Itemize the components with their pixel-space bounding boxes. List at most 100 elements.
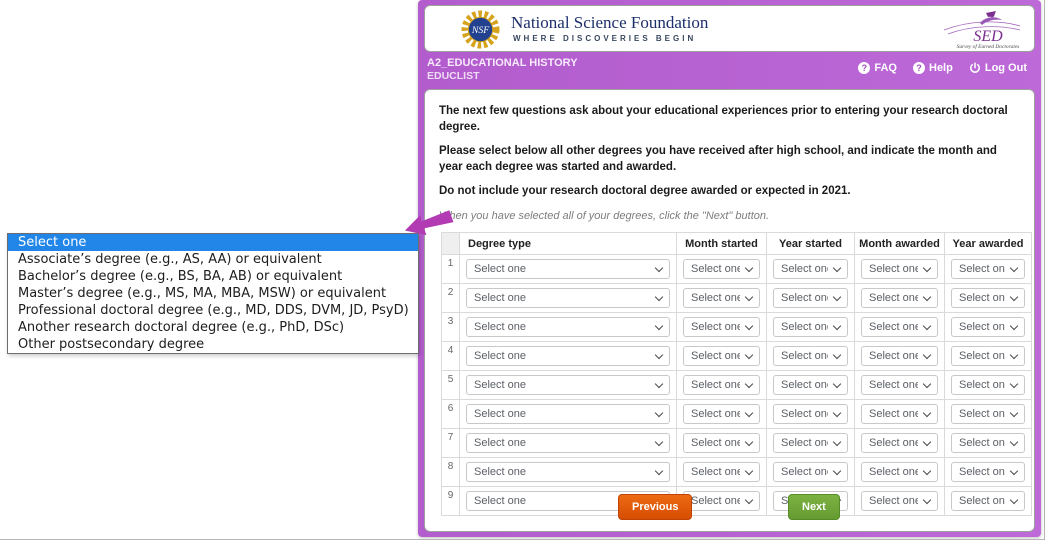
year-awarded-select[interactable]: Select one (951, 346, 1025, 366)
chevron-down-icon (745, 380, 753, 388)
month-started-select[interactable]: Select one (683, 404, 760, 424)
next-button[interactable]: Next (788, 494, 840, 520)
table-row: 3Select oneSelect oneSelect oneSelect on… (442, 313, 1032, 342)
chevron-down-icon (655, 293, 663, 301)
select-value: Select one (959, 408, 1005, 420)
cell-degree-type: Select one (460, 255, 677, 284)
degree-type-select[interactable]: Select one (466, 288, 670, 308)
month-awarded-select[interactable]: Select one (861, 404, 938, 424)
year-started-select[interactable]: Select one (773, 317, 848, 337)
select-value: Select one (869, 292, 918, 304)
month-started-select[interactable]: Select one (683, 433, 760, 453)
month-awarded-select[interactable]: Select one (861, 375, 938, 395)
select-value: Select one (869, 321, 918, 333)
month-awarded-select[interactable]: Select one (861, 346, 938, 366)
nav-link-label: FAQ (874, 62, 897, 74)
month-awarded-select[interactable]: Select one (861, 259, 938, 279)
dropdown-option[interactable]: Professional doctoral degree (e.g., MD, … (8, 302, 418, 319)
nav-link-logout[interactable]: Log Out (969, 62, 1027, 74)
month-awarded-select[interactable]: Select one (861, 288, 938, 308)
select-value: Select one (474, 408, 526, 420)
year-awarded-select[interactable]: Select one (951, 259, 1025, 279)
month-awarded-select[interactable]: Select one (861, 462, 938, 482)
cell-year-started: Select one (767, 371, 855, 400)
table-header-row: Degree typeMonth startedYear startedMont… (442, 233, 1032, 255)
table-row: 2Select oneSelect oneSelect oneSelect on… (442, 284, 1032, 313)
nav-link-label: Log Out (985, 62, 1027, 74)
chevron-down-icon (833, 264, 841, 272)
chevron-down-icon (1010, 380, 1018, 388)
nav-link-faq[interactable]: ?FAQ (858, 62, 897, 74)
select-value: Select one (691, 437, 740, 449)
column-header-month-awarded: Month awarded (855, 233, 945, 255)
cell-year-awarded: Select one (945, 458, 1032, 487)
select-value: Select one (959, 263, 1005, 275)
dropdown-option[interactable]: Bachelor’s degree (e.g., BS, BA, AB) or … (8, 268, 418, 285)
degree-type-select[interactable]: Select one (466, 317, 670, 337)
chevron-down-icon (1010, 438, 1018, 446)
table-row: 9Select oneSelect oneSelect oneSelect on… (442, 487, 1032, 516)
chevron-down-icon (1010, 293, 1018, 301)
cell-year-awarded: Select one (945, 429, 1032, 458)
year-awarded-select[interactable]: Select one (951, 288, 1025, 308)
select-value: Select one (474, 379, 526, 391)
select-value: Select one (474, 437, 526, 449)
instructions: The next few questions ask about your ed… (439, 104, 1020, 223)
year-awarded-select[interactable]: Select one (951, 404, 1025, 424)
year-started-select[interactable]: Select one (773, 259, 848, 279)
degree-type-select[interactable]: Select one (466, 259, 670, 279)
cell-year-awarded: Select one (945, 255, 1032, 284)
cell-degree-type: Select one (460, 284, 677, 313)
year-awarded-select[interactable]: Select one (951, 491, 1025, 511)
month-awarded-select[interactable]: Select one (861, 433, 938, 453)
year-started-select[interactable]: Select one (773, 375, 848, 395)
chevron-down-icon (1010, 409, 1018, 417)
year-awarded-select[interactable]: Select one (951, 375, 1025, 395)
cell-month-started: Select one (677, 400, 767, 429)
dropdown-option[interactable]: Master’s degree (e.g., MS, MA, MBA, MSW)… (8, 285, 418, 302)
month-started-select[interactable]: Select one (683, 375, 760, 395)
year-started-select[interactable]: Select one (773, 346, 848, 366)
dropdown-option[interactable]: Another research doctoral degree (e.g., … (8, 319, 418, 336)
previous-button[interactable]: Previous (618, 494, 692, 520)
degree-type-select[interactable]: Select one (466, 375, 670, 395)
year-started-select[interactable]: Select one (773, 462, 848, 482)
degree-type-select[interactable]: Select one (466, 404, 670, 424)
month-awarded-select[interactable]: Select one (861, 491, 938, 511)
dropdown-option[interactable]: Associate’s degree (e.g., AS, AA) or equ… (8, 251, 418, 268)
select-value: Select one (781, 321, 828, 333)
chevron-down-icon (1010, 496, 1018, 504)
year-awarded-select[interactable]: Select one (951, 462, 1025, 482)
year-awarded-select[interactable]: Select one (951, 433, 1025, 453)
chevron-down-icon (655, 467, 663, 475)
degree-type-select[interactable]: Select one (466, 433, 670, 453)
month-started-select[interactable]: Select one (683, 346, 760, 366)
month-started-select[interactable]: Select one (683, 462, 760, 482)
chevron-down-icon (1010, 322, 1018, 330)
cell-year-awarded: Select one (945, 284, 1032, 313)
nav-link-help[interactable]: ?Help (913, 62, 953, 74)
survey-window: NSF National Science Foundation WHERE DI… (418, 0, 1041, 537)
select-value: Select one (691, 379, 740, 391)
year-awarded-select[interactable]: Select one (951, 317, 1025, 337)
degree-type-open-dropdown[interactable]: Select oneAssociate’s degree (e.g., AS, … (7, 233, 419, 354)
cell-month-awarded: Select one (855, 255, 945, 284)
cell-year-started: Select one (767, 313, 855, 342)
column-header-year-started: Year started (767, 233, 855, 255)
cell-year-started: Select one (767, 255, 855, 284)
chevron-down-icon (923, 496, 931, 504)
year-started-select[interactable]: Select one (773, 404, 848, 424)
month-started-select[interactable]: Select one (683, 491, 760, 511)
month-awarded-select[interactable]: Select one (861, 317, 938, 337)
month-started-select[interactable]: Select one (683, 259, 760, 279)
dropdown-option[interactable]: Select one (8, 234, 418, 251)
dropdown-option[interactable]: Other postsecondary degree (8, 336, 418, 353)
month-started-select[interactable]: Select one (683, 288, 760, 308)
year-started-select[interactable]: Select one (773, 288, 848, 308)
year-started-select[interactable]: Select one (773, 433, 848, 453)
degree-type-select[interactable]: Select one (466, 346, 670, 366)
select-value: Select one (959, 321, 1005, 333)
month-started-select[interactable]: Select one (683, 317, 760, 337)
select-value: Select one (869, 466, 918, 478)
degree-type-select[interactable]: Select one (466, 462, 670, 482)
